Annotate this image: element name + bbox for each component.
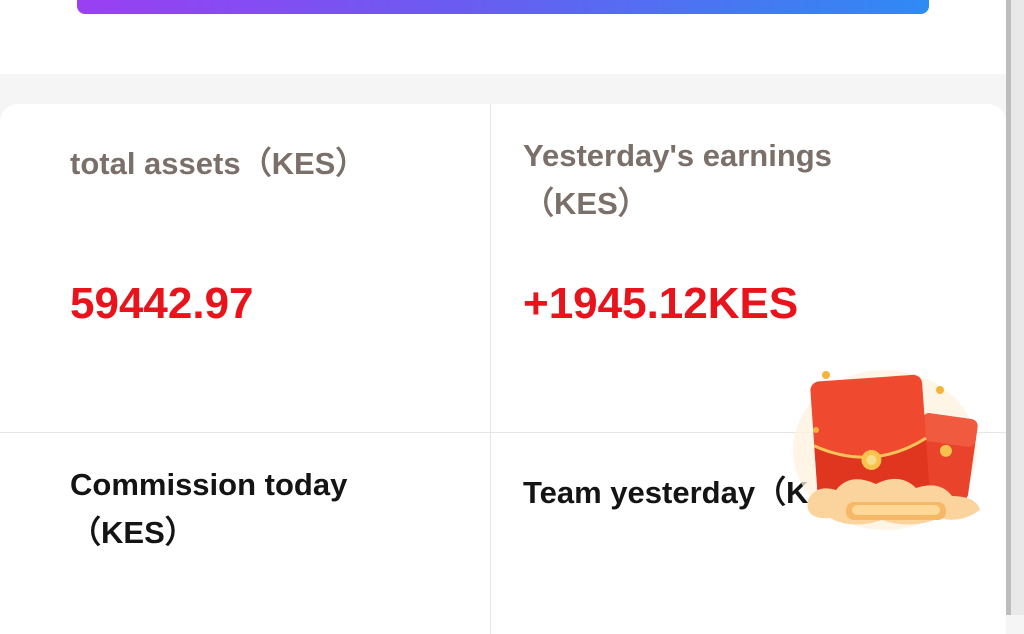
column-divider — [490, 104, 491, 634]
scrollbar-track[interactable] — [1006, 0, 1011, 615]
team-yesterday-label: Team yesterday（K — [523, 475, 809, 510]
red-envelope-icon[interactable] — [790, 360, 1000, 540]
yesterday-earnings-unit: （KES） — [523, 186, 649, 221]
yesterday-earnings-value: +1945.12KES — [523, 279, 799, 328]
commission-today-cell: Commission today （KES） — [70, 461, 347, 557]
team-yesterday-cell: Team yesterday（K — [523, 469, 808, 517]
top-area — [0, 0, 1006, 74]
total-assets-cell: total assets（KES） — [70, 140, 366, 188]
yesterday-earnings-label: Yesterday's earnings — [523, 138, 832, 173]
primary-action-button[interactable] — [77, 0, 929, 14]
total-assets-value: 59442.97 — [70, 279, 254, 328]
commission-today-label: Commission today — [70, 467, 348, 502]
scrollbar[interactable] — [1006, 0, 1024, 615]
yesterday-earnings-cell: Yesterday's earnings （KES） — [523, 132, 832, 228]
commission-today-unit: （KES） — [70, 515, 196, 550]
total-assets-label: total assets（KES） — [70, 146, 367, 181]
